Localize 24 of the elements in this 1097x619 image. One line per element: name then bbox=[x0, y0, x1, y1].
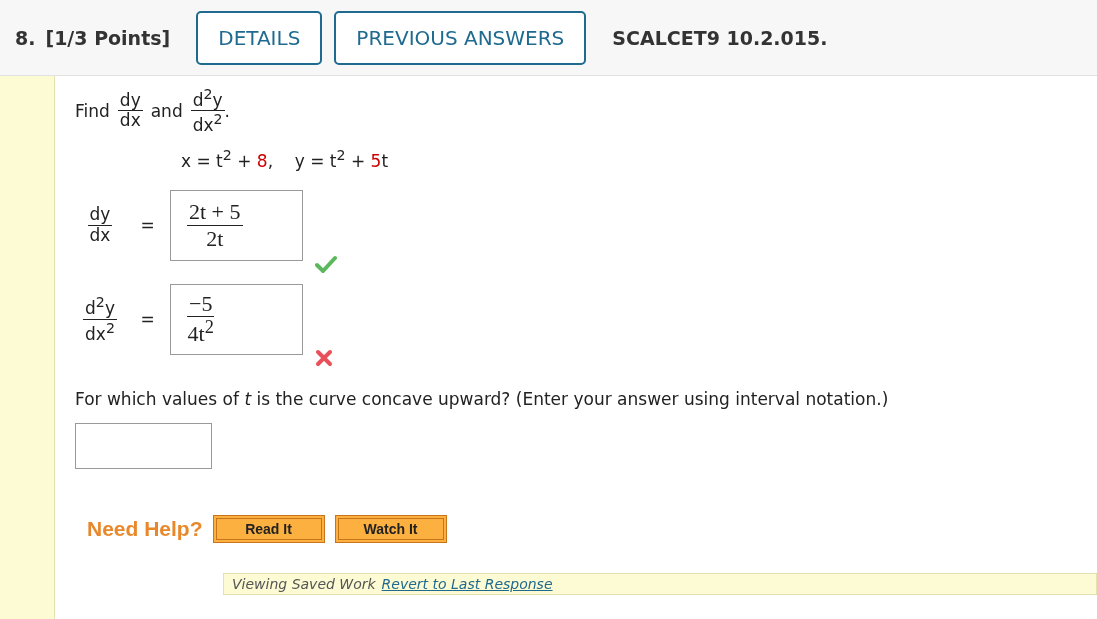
header-button[interactable]: PREVIOUS ANSWERS bbox=[334, 10, 587, 65]
equals-sign: = bbox=[139, 309, 156, 330]
revert-link[interactable]: Revert to Last Response bbox=[381, 576, 553, 593]
saved-text: Viewing Saved Work bbox=[232, 576, 376, 593]
fraction: dy dx bbox=[86, 205, 114, 246]
prompt-text: . bbox=[224, 100, 230, 121]
fraction: dy dx bbox=[117, 90, 143, 131]
question-code: SCALCET9 10.2.015. bbox=[612, 26, 828, 49]
fraction: d$^{2}$y dx$^{2}$ bbox=[190, 86, 225, 136]
question-text: For which values of t is the curve concave upward? (Enter your answer using interval notation.) bbox=[75, 389, 890, 410]
question-number: 8. bbox=[15, 26, 36, 49]
equals-sign: = bbox=[139, 215, 156, 236]
fraction: d$^{2}$y dx$^{2}$ bbox=[82, 294, 118, 344]
help-title: Need Help? bbox=[87, 517, 203, 542]
input-field[interactable] bbox=[75, 423, 212, 470]
prompt-text: Find bbox=[75, 100, 110, 121]
prompt-text: and bbox=[150, 100, 183, 121]
answer-box[interactable]: −5 4t$^{2}$ bbox=[170, 283, 303, 355]
help-button[interactable]: Read It bbox=[212, 515, 325, 544]
answer-box[interactable]: 2t + 5 2t bbox=[170, 189, 303, 261]
header-button[interactable]: DETAILS bbox=[196, 10, 323, 65]
equation: x = t$^{2}$ + 8, y = t$^{2}$ + 5t bbox=[181, 147, 390, 172]
points-label: [1/3 Points] bbox=[45, 26, 171, 49]
help-button[interactable]: Watch It bbox=[334, 515, 447, 544]
